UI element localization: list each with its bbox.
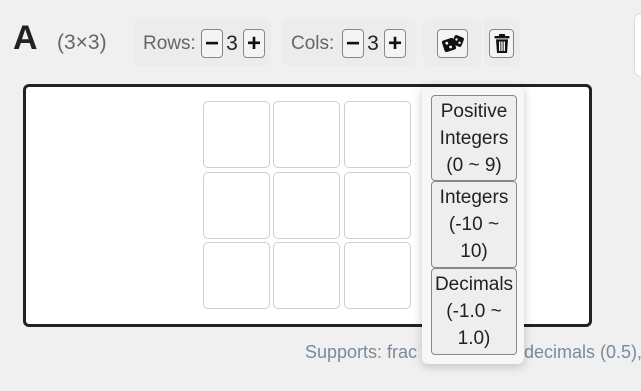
random-positive-integers-option[interactable]: Positive Integers (0 ~ 9) bbox=[431, 95, 517, 181]
cols-decrement-button[interactable]: − bbox=[342, 29, 364, 58]
next-panel-edge bbox=[634, 13, 641, 77]
matrix-cell-3-1[interactable] bbox=[203, 242, 270, 309]
matrix-header: A (3×3) Rows: − 3 + Cols: − 3 + bbox=[0, 0, 641, 85]
rows-value: 3 bbox=[226, 32, 238, 55]
rows-control: Rows: − 3 + bbox=[133, 19, 271, 66]
random-fill-control bbox=[423, 19, 481, 66]
rows-label: Rows: bbox=[143, 33, 196, 54]
matrix-cell-1-1[interactable] bbox=[203, 101, 270, 168]
matrix-cell-3-2[interactable] bbox=[273, 242, 340, 309]
trash-icon bbox=[494, 33, 509, 53]
matrix-name: A bbox=[13, 19, 38, 57]
matrix-cell-1-3[interactable] bbox=[344, 101, 411, 168]
cols-increment-button[interactable]: + bbox=[384, 29, 406, 58]
matrix-cell-3-3[interactable] bbox=[344, 242, 411, 309]
random-decimals-option[interactable]: Decimals (-1.0 ~ 1.0) bbox=[431, 268, 517, 355]
rows-decrement-button[interactable]: − bbox=[201, 29, 223, 58]
matrix-dimensions: (3×3) bbox=[57, 31, 107, 54]
random-fill-menu: Positive Integers (0 ~ 9) Integers (-10 … bbox=[422, 87, 524, 364]
cols-value: 3 bbox=[367, 32, 379, 55]
cols-label: Cols: bbox=[291, 33, 335, 54]
clear-control bbox=[484, 19, 520, 66]
random-fill-button[interactable] bbox=[437, 29, 468, 58]
supports-note-end: decimals (0.5), bbox=[524, 342, 641, 362]
random-integers-option[interactable]: Integers (-10 ~ 10) bbox=[431, 181, 517, 268]
matrix-cell-2-3[interactable] bbox=[344, 172, 411, 239]
matrix-cell-2-1[interactable] bbox=[203, 172, 270, 239]
supports-note-start: Supports: frac bbox=[305, 342, 418, 362]
clear-matrix-button[interactable] bbox=[489, 29, 514, 58]
cols-control: Cols: − 3 + bbox=[282, 19, 416, 66]
dice-icon bbox=[441, 34, 464, 52]
rows-increment-button[interactable]: + bbox=[243, 29, 265, 58]
matrix-cell-1-2[interactable] bbox=[273, 101, 340, 168]
matrix-cell-2-2[interactable] bbox=[273, 172, 340, 239]
